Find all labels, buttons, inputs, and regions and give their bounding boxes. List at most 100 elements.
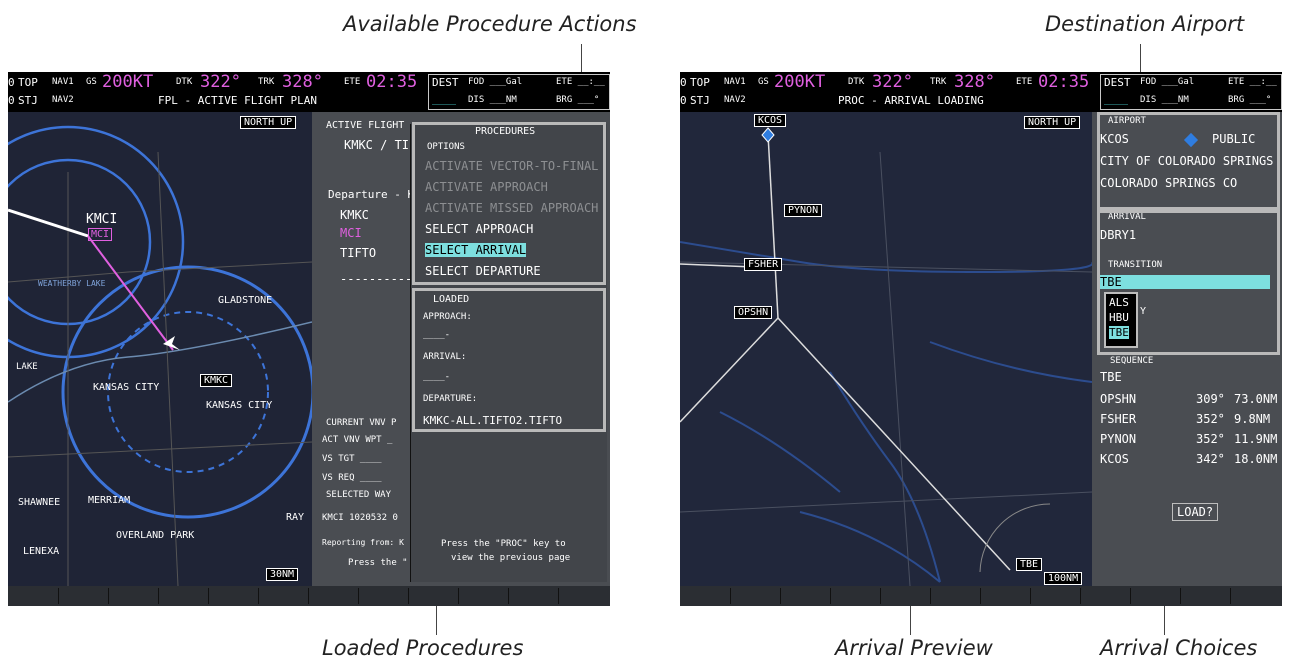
airport-highlight-frame [1097,112,1280,210]
fpl-waypoint[interactable]: MCI [340,226,362,240]
sequence-dtk: 352° [1196,412,1225,426]
softkey[interactable] [58,588,59,604]
loaded-highlight-frame [412,288,606,432]
nav2-label: NAV2 [724,95,746,105]
fpl-waypoint[interactable]: KMKC [340,208,369,222]
dest-dashes: ____ [1104,94,1129,105]
nav1-label: NAV1 [52,77,74,87]
softkey[interactable] [508,588,509,604]
softkey-bar [680,586,1282,606]
map-graphics [8,112,312,586]
act-vnv-wpt: ACT VNV WPT _ [322,435,393,445]
softkey[interactable] [358,588,359,604]
active-route: KMKC / TI [344,138,410,152]
softkey[interactable] [208,588,209,604]
nav-status-bar: 0 0 TOP STJ NAV1 NAV2 GS 200KT DTK 322° … [680,72,1282,112]
callout-available-procedure-actions: Available Procedure Actions [343,12,637,36]
trk-value: 328° [954,72,995,92]
callout-loaded-procedures: Loaded Procedures [322,636,524,660]
softkey[interactable] [108,588,109,604]
sequence-header: SEQUENCE [1110,356,1154,366]
stj-label: STJ [18,94,38,107]
vs-req: VS REQ ____ [322,473,382,483]
softkey[interactable] [308,588,309,604]
waypoint-fsher: FSHER [744,258,783,271]
ete-label: ETE [1016,77,1033,87]
waypoint-tbe: TBE [1016,558,1043,571]
dest-dashes: ____ [432,94,457,105]
callout-destination-airport: Destination Airport [1045,12,1245,36]
trk-label: TRK [258,77,275,87]
softkey[interactable] [780,588,781,604]
softkey[interactable] [558,588,559,604]
zero-indicator: 0 [680,94,687,107]
proc-key-hint: Press the "PROC" key to [441,539,566,549]
map-label-weatherby: WEATHERBY LAKE [38,279,106,288]
softkey[interactable] [880,588,881,604]
sequence-dis: 11.9NM [1234,432,1278,446]
map-label-mci: MCI [88,228,113,241]
sequence-first: TBE [1100,370,1122,384]
nav-status-bar: 0 0 TOP STJ NAV1 NAV2 GS 200KT DTK 322° … [8,72,610,112]
waypoint-opshn: OPSHN [734,306,773,319]
press-hint: Press the " [348,558,408,568]
softkey[interactable] [408,588,409,604]
options-highlight-frame [412,122,606,285]
brg-field: BRG ___° [1228,95,1272,105]
fpl-waypoint[interactable]: TIFTO [340,246,376,260]
gs-label: GS [758,77,769,87]
proc-key-hint-2: view the previous page [451,553,571,563]
ete-label: ETE [344,77,361,87]
sequence-dis: 9.8NM [1234,412,1271,426]
trk-value: 328° [282,72,323,92]
load-button[interactable]: LOAD? [1172,503,1219,521]
north-up-label: NORTH UP [240,116,297,129]
map-range[interactable]: 100NM [1044,572,1083,585]
softkey[interactable] [1230,588,1231,604]
active-flight-header: ACTIVE FLIGHT [326,120,405,131]
map-label-kansas-city: KANSAS CITY [93,382,160,393]
dtk-label: DTK [848,77,865,87]
sequence-dtk: 309° [1196,392,1225,406]
reporting-from: Reporting from: K [322,538,404,547]
gs-value: 200KT [102,72,154,92]
map-graphics [680,112,1092,586]
waypoint-pynon: PYNON [784,204,823,217]
dis-field: DIS ___NM [468,95,517,105]
softkey[interactable] [1180,588,1181,604]
zero-indicator: 0 [680,76,687,89]
arrival-preview-map[interactable]: NORTH UP KCOS PYNON FSHER OPSHN TBE 100N… [680,112,1092,586]
sequence-wpt: KCOS [1100,452,1129,466]
right-mfd-screen: 0 0 TOP STJ NAV1 NAV2 GS 200KT DTK 322° … [680,72,1282,606]
softkey[interactable] [930,588,931,604]
softkey[interactable] [158,588,159,604]
softkey[interactable] [458,588,459,604]
dtk-value: 322° [200,72,241,92]
softkey[interactable] [258,588,259,604]
softkey[interactable] [830,588,831,604]
map-label-lake: LAKE [16,362,38,372]
vs-tgt: VS TGT ____ [322,454,382,464]
softkey[interactable] [1030,588,1031,604]
dtk-value: 322° [872,72,913,92]
sequence-dis: 18.0NM [1234,452,1278,466]
map-label-kmci: KMCI [86,212,118,227]
dtk-label: DTK [176,77,193,87]
fod-field: FOD ___Gal [1140,77,1195,87]
softkey[interactable] [1130,588,1131,604]
ete-value: 02:35 [1038,72,1090,92]
map-label-lenexa: LENEXA [23,546,60,557]
top-label: TOP [690,76,710,89]
map-range[interactable]: 30NM [266,568,299,581]
dest-label: DEST [1104,76,1131,89]
ete2-field: ETE __:__ [1228,77,1277,87]
softkey[interactable] [1080,588,1081,604]
top-label: TOP [18,76,38,89]
softkey[interactable] [730,588,731,604]
sequence-dtk: 352° [1196,432,1225,446]
softkey[interactable] [980,588,981,604]
arrival-highlight-frame [1097,210,1280,355]
ete2-field: ETE __:__ [556,77,605,87]
navigation-map[interactable]: NORTH UP KMCI MCI KMKC KANSAS CITY KANSA… [8,112,312,586]
ete-value: 02:35 [366,72,418,92]
